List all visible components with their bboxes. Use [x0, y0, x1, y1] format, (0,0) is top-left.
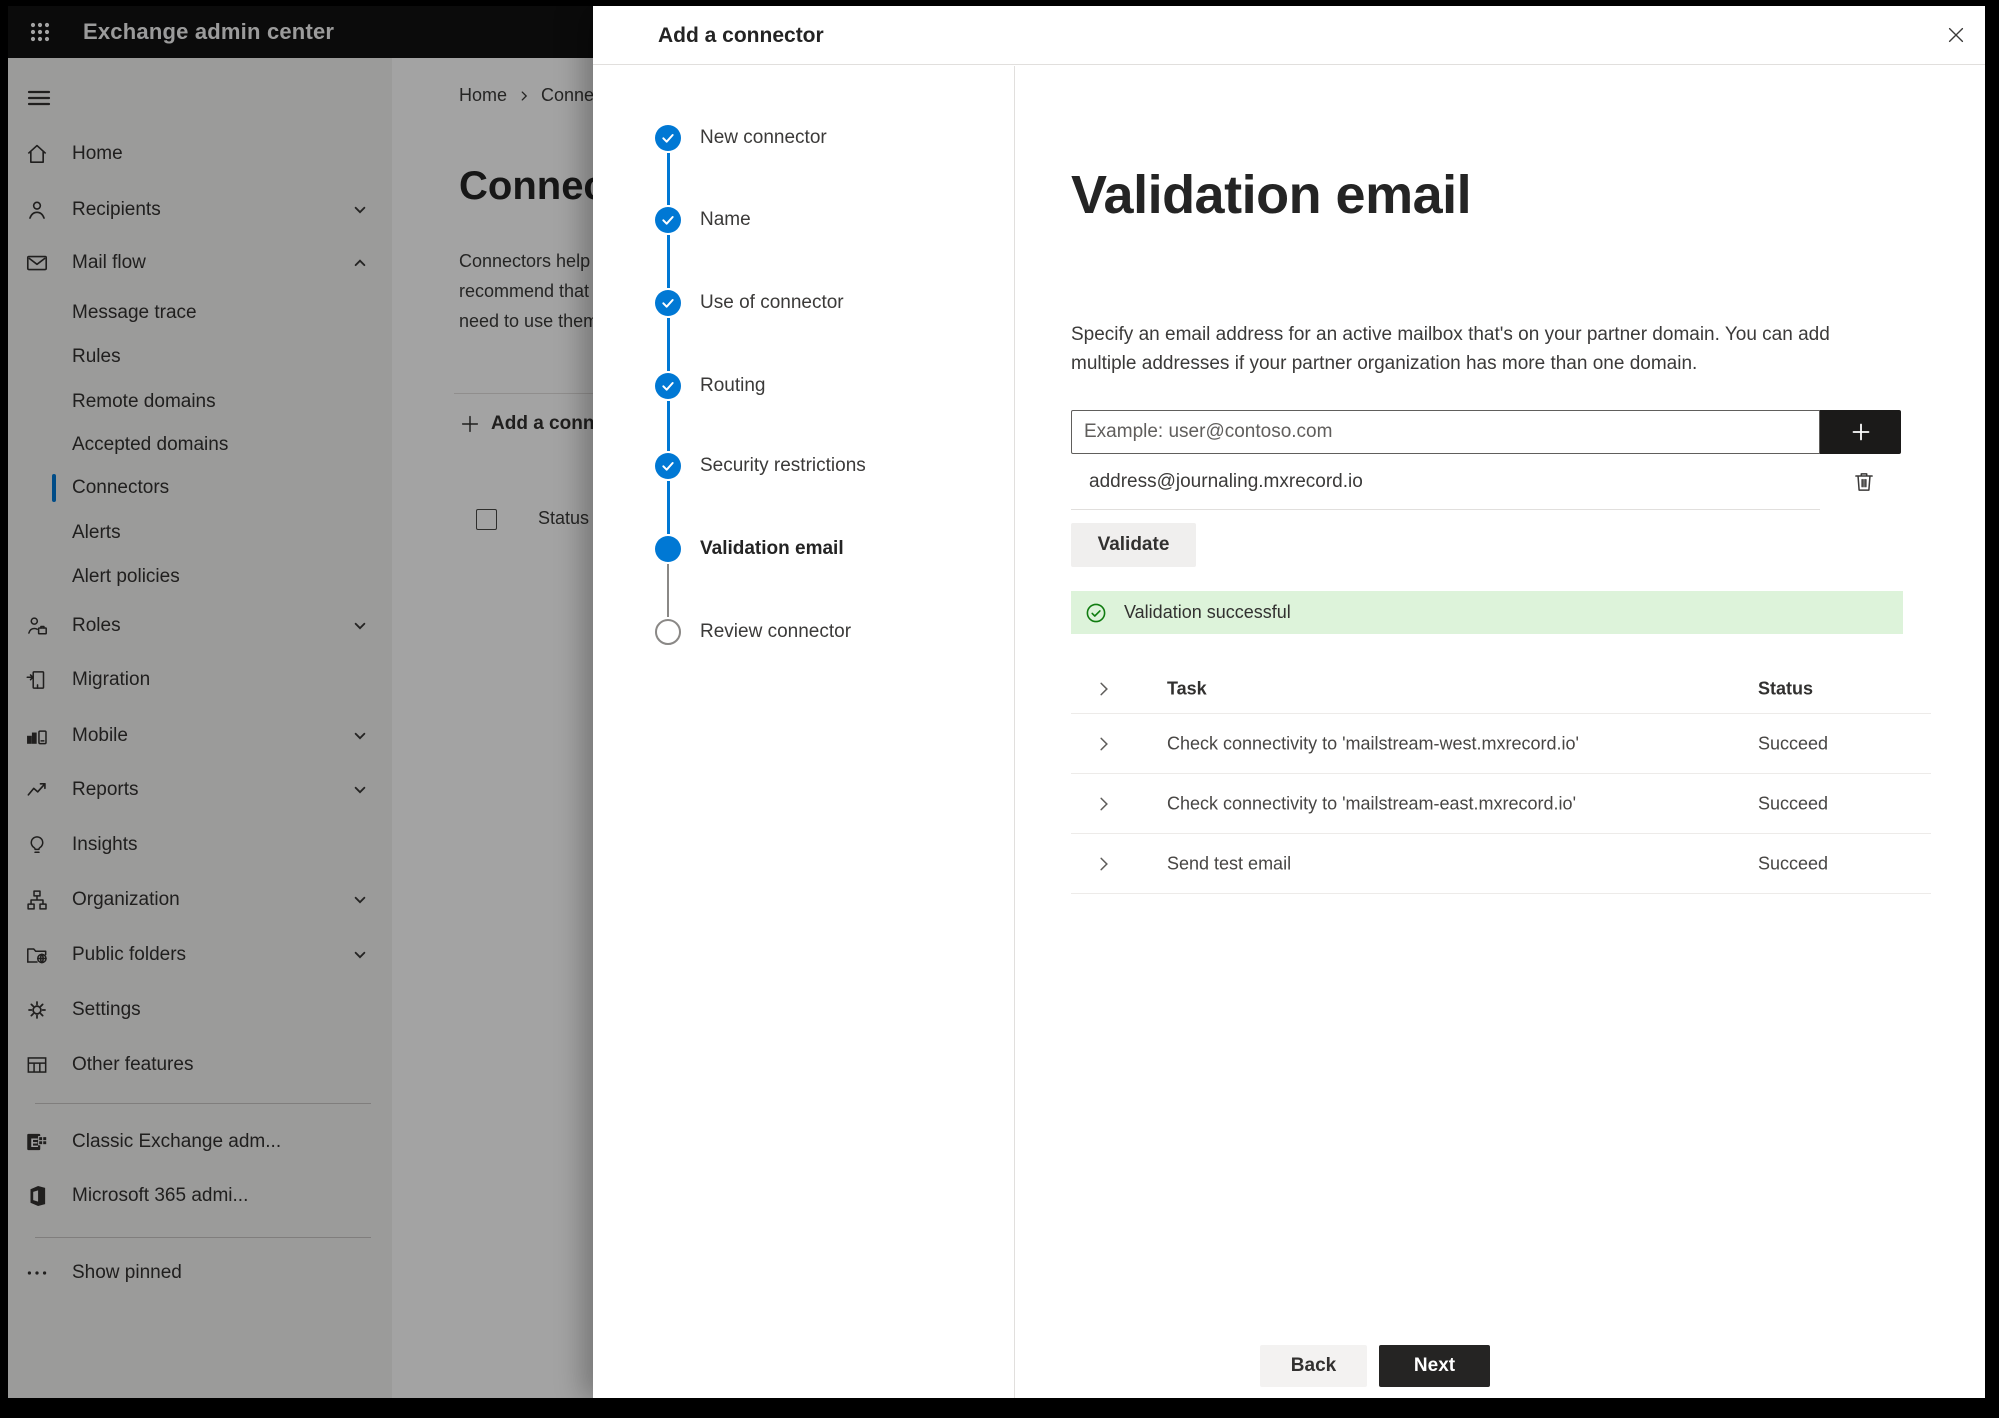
step-name[interactable]: Name — [593, 205, 751, 235]
modal-dim-overlay — [8, 6, 593, 1398]
column-header-status: Status — [1758, 678, 1814, 698]
validation-task-table: Task Status Check connectivity to 'mails… — [1071, 664, 1931, 894]
chevron-right-icon[interactable] — [1095, 735, 1113, 753]
step-check-icon — [655, 207, 681, 233]
step-check-icon — [655, 453, 681, 479]
step-check-icon — [655, 373, 681, 399]
close-button[interactable] — [1941, 20, 1971, 50]
address-divider — [1071, 509, 1820, 510]
step-review-connector[interactable]: Review connector — [593, 617, 851, 647]
screen: Exchange admin center Home Recipients Ma… — [8, 6, 1985, 1398]
chevron-right-icon[interactable] — [1095, 855, 1113, 873]
task-cell: Send test email — [1167, 853, 1292, 873]
content-heading: Validation email — [1071, 165, 1472, 225]
chevron-right-icon[interactable] — [1095, 680, 1113, 698]
step-use-of-connector[interactable]: Use of connector — [593, 288, 844, 318]
wizard-steps: New connector Name Use of connector Rout… — [593, 6, 1015, 1398]
step-connector — [667, 481, 670, 534]
step-check-icon — [655, 290, 681, 316]
step-connector — [667, 235, 670, 288]
task-cell: Check connectivity to 'mailstream-west.m… — [1167, 733, 1579, 753]
status-cell: Succeed — [1758, 793, 1829, 813]
email-input-row — [1071, 410, 1901, 454]
steps-divider — [1014, 66, 1015, 1398]
step-current-icon — [655, 536, 681, 562]
panel-content: Validation email Specify an email addres… — [1071, 6, 1931, 1398]
panel-footer: Back Next — [1260, 1345, 1490, 1387]
step-validation-email[interactable]: Validation email — [593, 534, 844, 564]
next-button[interactable]: Next — [1379, 1345, 1490, 1387]
step-connector — [667, 564, 669, 617]
add-address-button[interactable] — [1820, 410, 1901, 454]
trash-icon — [1855, 473, 1873, 491]
step-new-connector[interactable]: New connector — [593, 123, 827, 153]
column-header-task: Task — [1167, 678, 1207, 698]
email-input[interactable] — [1071, 410, 1820, 454]
delete-address-button[interactable] — [1849, 467, 1879, 497]
chevron-right-icon[interactable] — [1095, 795, 1113, 813]
success-banner: Validation successful — [1071, 591, 1903, 634]
close-icon — [1948, 27, 1964, 43]
step-connector — [667, 318, 670, 371]
content-description: Specify an email address for an active m… — [1071, 324, 1830, 374]
status-cell: Succeed — [1758, 733, 1829, 753]
step-security-restrictions[interactable]: Security restrictions — [593, 451, 866, 481]
step-check-icon — [655, 125, 681, 151]
table-row: Check connectivity to 'mailstream-east.m… — [1071, 774, 1931, 834]
step-pending-icon — [655, 619, 681, 645]
added-address: address@journaling.mxrecord.io — [1089, 471, 1363, 492]
table-row: Check connectivity to 'mailstream-west.m… — [1071, 714, 1931, 774]
success-check-icon — [1085, 602, 1107, 624]
step-routing[interactable]: Routing — [593, 371, 766, 401]
add-connector-panel: Add a connector New connector Name Use o… — [593, 6, 1985, 1398]
address-row: address@journaling.mxrecord.io — [1071, 456, 1901, 508]
plus-icon — [1852, 423, 1869, 441]
step-connector — [667, 153, 670, 205]
table-row: Send test email Succeed — [1071, 834, 1931, 894]
back-button[interactable]: Back — [1260, 1345, 1367, 1387]
task-cell: Check connectivity to 'mailstream-east.m… — [1167, 793, 1577, 813]
table-header-row: Task Status — [1071, 664, 1931, 714]
status-cell: Succeed — [1758, 853, 1829, 873]
banner-text: Validation successful — [1124, 602, 1291, 622]
step-connector — [667, 401, 670, 451]
validate-button[interactable]: Validate — [1071, 523, 1196, 567]
